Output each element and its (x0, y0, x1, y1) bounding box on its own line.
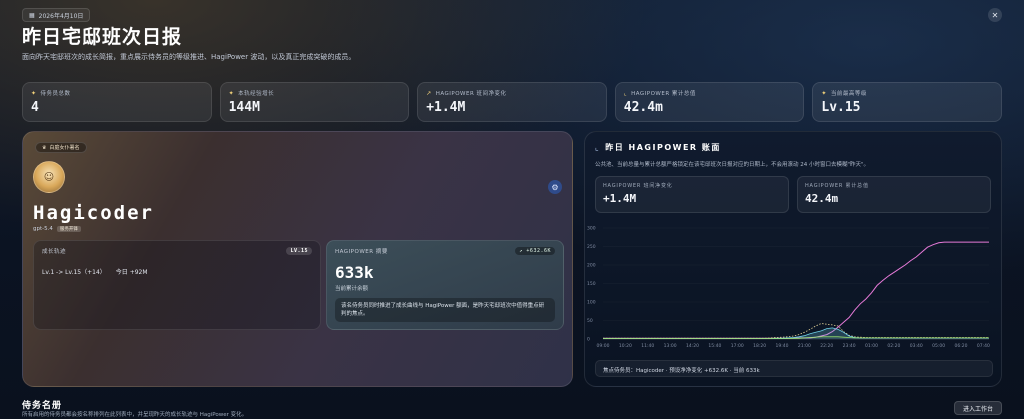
x-tick-label: 05:00 (932, 343, 945, 349)
stat-value: 4 (31, 100, 39, 115)
stat-label: 当前最高等级 (830, 91, 867, 97)
stat-card-total-agents: ✦ 侍务员总数 4 (22, 82, 212, 122)
model-tag: 服务开锋 (56, 226, 81, 232)
stat-card-cumulative: ⌞ HAGIPOWER 累计总值 42.4m (614, 82, 805, 122)
stat-card-top-level: ✦ 当前最高等级 Lv.15 (812, 82, 1002, 122)
stat-row: ✦ 侍务员总数 4 ✦ 本轨经验增长 144M ↗ HAGIPOWER 班间净变化 +… (22, 82, 1002, 122)
model-name: gpt-5.4 (33, 226, 53, 232)
today-growth: 今日 +92M (115, 269, 148, 276)
stat-card-net-change: ↗ HAGIPOWER 班间净变化 +1.4M (417, 82, 607, 122)
x-tick-label: 13:00 (664, 343, 677, 349)
x-tick-label: 14:20 (686, 343, 699, 349)
x-tick-label: 09:00 (597, 343, 610, 349)
stat-value: 42.4m (623, 100, 663, 115)
level-pill: LV.15 (286, 247, 312, 255)
y-tick-label: 250 (587, 244, 596, 250)
x-tick-label: 03:40 (910, 343, 923, 349)
profile-badge-label: 白庭女仆署名 (49, 145, 80, 151)
chart-stat-value: 42.4m (805, 192, 839, 205)
date-chip: ▦ 2026年4月10日 (22, 8, 91, 22)
y-tick-label: 300 (587, 226, 596, 232)
chart-stat-net: HAGIPOWER 班间净变化 +1.4M (595, 176, 789, 213)
chart-stat-total: HAGIPOWER 累计总值 42.4m (797, 176, 991, 213)
star-icon: ✦ (821, 89, 827, 97)
crown-icon: ♛ (42, 144, 47, 151)
hagipower-title: HAGIPOWER 摘要 (335, 249, 388, 255)
agent-name: Hagicoder (33, 202, 154, 224)
chart-icon: ⌞ (623, 89, 628, 97)
stat-card-xp-growth: ✦ 本轨经验增长 144M (219, 82, 410, 122)
delta-pill: ↗ +632.6K (515, 247, 555, 255)
avatar: ☺ (33, 161, 65, 193)
stat-label: 侍务员总数 (40, 91, 71, 97)
hagipower-note: 该名侍务员同时推进了成长曲线与 HagiPower 额面，是昨天宅邸班次中值得重… (335, 298, 555, 322)
growth-title: 成长轨迹 (42, 249, 67, 255)
hagipower-panel: HAGIPOWER 摘要 ↗ +632.6K 633k 当前累计余额 该名侍务员… (326, 240, 564, 330)
y-tick-label: 100 (587, 300, 596, 306)
page-description: 面向昨天宅邸班次的成长简报，重点展示侍务员的等级推进、HagiPower 波动，… (22, 53, 356, 61)
x-tick-label: 21:00 (798, 343, 811, 349)
delta-value: +632.6K (526, 248, 551, 254)
chart-icon: ⌞ (595, 143, 601, 152)
x-tick-label: 07:40 (977, 343, 990, 349)
x-tick-label: 01:00 (865, 343, 878, 349)
x-tick-label: 19:40 (776, 343, 789, 349)
star-icon: ✦ (31, 89, 37, 97)
y-tick-label: 150 (587, 281, 596, 287)
y-tick-label: 200 (587, 263, 596, 269)
hagipower-line-chart: 0 50 100 150 200 250 300 09:00 10:20 11:40 13:00 14… (587, 226, 990, 350)
x-tick-label: 02:20 (887, 343, 900, 349)
close-button[interactable]: ✕ (988, 8, 1002, 22)
trend-icon: ↗ (426, 89, 432, 97)
x-tick-label: 06:20 (955, 343, 968, 349)
enter-workbench-button[interactable]: 进入工作台 (953, 401, 1002, 415)
calendar-icon: ▦ (29, 11, 35, 19)
profile-badge: ♛ 白庭女仆署名 (35, 142, 87, 153)
x-tick-label: 23:40 (843, 343, 856, 349)
agent-profile-card: ♛ 白庭女仆署名 ☺ ⚙ Hagicoder gpt-5.4 服务开锋 成长轨迹… (22, 131, 573, 387)
chart-footer: 焦点侍务员：Hagicoder · 预设净净变化 +632.6K · 当前 63… (595, 360, 993, 377)
chart-stat-label: HAGIPOWER 累计总值 (805, 183, 869, 189)
date-text: 2026年4月10日 (38, 12, 84, 20)
series-line-2 (603, 327, 989, 339)
x-tick-label: 11:40 (641, 343, 654, 349)
gear-icon: ⚙ (551, 182, 559, 192)
hagipower-sub: 当前累计余额 (335, 286, 369, 292)
x-tick-label: 18:20 (753, 343, 766, 349)
x-tick-label: 22:20 (820, 343, 833, 349)
settings-button[interactable]: ⚙ (548, 180, 562, 194)
stat-label: HAGIPOWER 班间净变化 (435, 91, 507, 97)
y-tick-label: 50 (587, 318, 593, 324)
chart-title: 昨日 HAGIPOWER 账面 (605, 143, 721, 152)
y-tick-label: 0 (587, 337, 590, 343)
stat-value: Lv.15 (821, 100, 861, 115)
star-icon: ✦ (228, 89, 235, 97)
stat-label: HAGIPOWER 累计总值 (631, 91, 696, 97)
level-change: Lv.1 -> Lv.15（+14） (42, 269, 106, 276)
series-line-1 (603, 323, 989, 339)
agent-model: gpt-5.4 服务开锋 (33, 226, 81, 232)
series-area-2 (603, 327, 989, 339)
series-line-0 (603, 241, 989, 339)
hagipower-value: 633k (335, 263, 374, 282)
close-icon: ✕ (991, 10, 999, 20)
chart-description: 公共池、当前总量与累计总额严格锁定在该宅邸班次日报对应的日期上，不会用滚动 24… (595, 162, 870, 168)
stat-value: 144M (228, 100, 260, 115)
stat-value: +1.4M (426, 100, 466, 115)
page-title: 昨日宅邸班次日报 (22, 26, 183, 48)
hagipower-chart-card: ⌞ 昨日 HAGIPOWER 账面 公共池、当前总量与累计总额严格锁定在该宅邸班… (584, 131, 1002, 387)
chart-stat-label: HAGIPOWER 班间净变化 (603, 183, 673, 189)
x-tick-label: 15:40 (708, 343, 721, 349)
growth-panel: 成长轨迹 LV.15 Lv.1 -> Lv.15（+14） 今日 +92M (33, 240, 321, 330)
x-tick-label: 17:00 (731, 343, 744, 349)
x-tick-label: 10:20 (619, 343, 632, 349)
stat-label: 本轨经验增长 (238, 91, 275, 97)
roster-description: 所有启用的侍务员都会按名称排列在此列表中，并呈现昨天的成长轨迹与 HagiPow… (22, 412, 248, 418)
chart-stat-value: +1.4M (603, 192, 637, 205)
